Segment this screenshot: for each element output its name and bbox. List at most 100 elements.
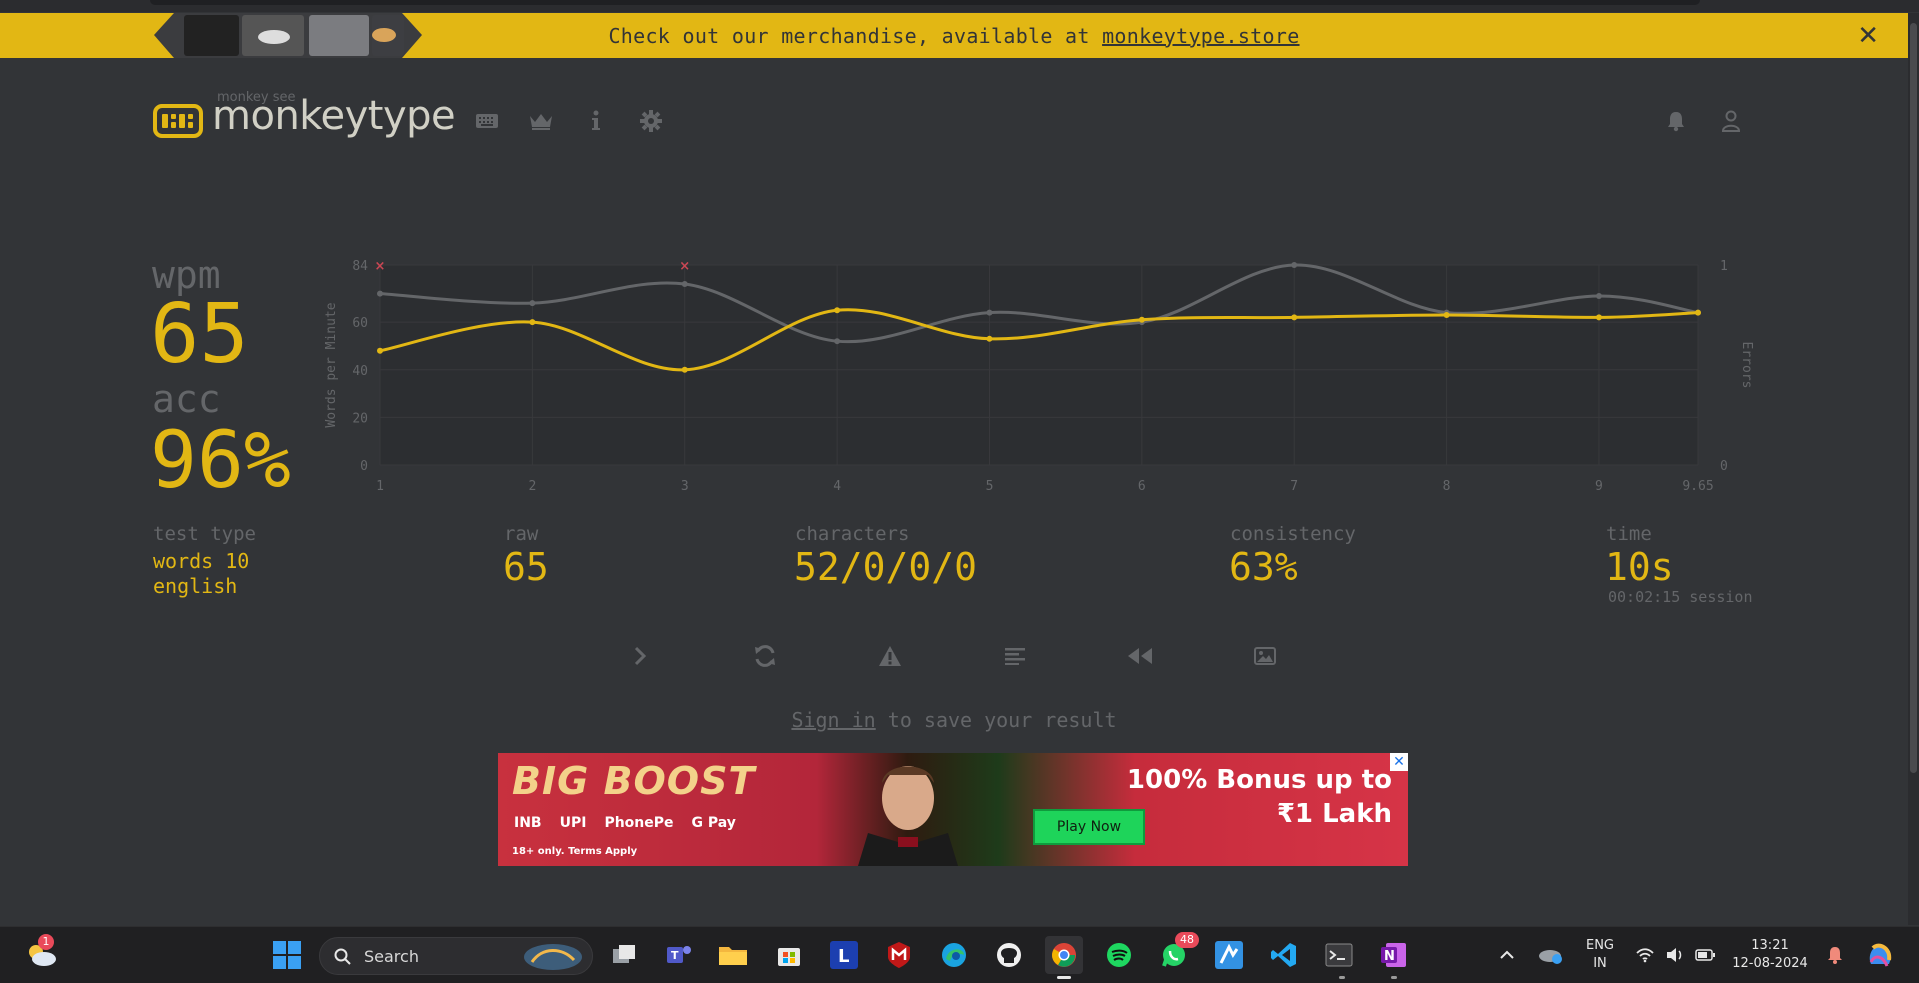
chart-wpm-point [986, 335, 993, 342]
signin-prompt: Sign in to save your result [791, 708, 1117, 732]
chart-y-tick-label: 60 [352, 316, 368, 331]
session-time: 00:02:15 session [1608, 588, 1753, 606]
teams-icon[interactable]: T [660, 936, 698, 974]
vscode-icon[interactable] [1265, 936, 1303, 974]
crown-icon[interactable] [528, 108, 554, 134]
notification-bell-icon[interactable] [1820, 936, 1850, 974]
chart-x-tick-label: 8 [1443, 479, 1451, 494]
volume-icon[interactable] [1660, 936, 1690, 974]
chart-raw-point [377, 290, 383, 297]
ad-title: BIG BOOST [512, 759, 756, 803]
chart-y-tick-label: 40 [352, 364, 368, 379]
chart-x-tick-label: 6 [1138, 479, 1146, 494]
user-icon[interactable] [1718, 108, 1744, 134]
advertisement[interactable]: BIG BOOST INB UPI PhonePe G Pay 18+ only. T… [498, 753, 1408, 866]
ad-bonus-line2: ₹1 Lakh [1276, 799, 1392, 829]
terminal-open-indicator [1339, 976, 1345, 979]
bell-icon[interactable] [1663, 108, 1689, 134]
edge-icon[interactable] [935, 936, 973, 974]
ad-close-button[interactable]: ✕ [1390, 753, 1408, 771]
browser-top-strip [0, 0, 1919, 12]
banner-close-button[interactable]: ✕ [1857, 21, 1879, 51]
banner-text: Check out our merchandise, available at … [608, 23, 1300, 48]
test-type-mode: words 10 [153, 549, 250, 573]
wpm-chart: 020406084011 2 3 4 5 6 7 8 9 9.65Words per Minute… [324, 259, 1754, 494]
save-screenshot-button[interactable] [1251, 642, 1279, 670]
chart-y2-tick-label: 0 [1720, 459, 1728, 474]
keyboard-icon[interactable] [474, 108, 500, 134]
clock-date: 12-08-2024 [1732, 956, 1808, 971]
wifi-icon[interactable] [1630, 936, 1660, 974]
search-label: Search [364, 947, 419, 966]
spotify-icon[interactable] [1100, 936, 1138, 974]
taskbar-search[interactable]: Search [319, 937, 593, 975]
weather-widget-icon[interactable]: 1 [22, 934, 60, 974]
time-value: 10s [1605, 545, 1674, 589]
chart-plot-area [380, 265, 1698, 465]
ad-play-now-button[interactable]: Play Now [1033, 809, 1145, 845]
battery-icon[interactable] [1690, 936, 1720, 974]
microsoft-store-icon[interactable] [770, 936, 808, 974]
clock-time: 13:21 [1751, 938, 1789, 953]
chart-wpm-point [377, 347, 383, 354]
info-icon[interactable] [583, 108, 609, 134]
merch-banner: Check out our merchandise, available at … [0, 13, 1908, 58]
chart-raw-point [1595, 292, 1602, 299]
onenote-icon[interactable]: N [1375, 936, 1413, 974]
chart-y2-tick-label: 1 [1720, 259, 1728, 274]
whatsapp-badge: 48 [1175, 932, 1199, 948]
watch-replay-button[interactable] [1126, 642, 1154, 670]
acc-label: acc [152, 377, 221, 421]
gear-icon[interactable] [638, 108, 664, 134]
github-icon[interactable] [990, 936, 1028, 974]
chart-wpm-point [529, 319, 536, 326]
report-issue-button[interactable] [876, 642, 904, 670]
chart-y-tick-label: 0 [360, 459, 368, 474]
words-history-button[interactable] [1001, 642, 1029, 670]
chart-y-tick-label: 20 [352, 411, 368, 426]
onedrive-icon[interactable] [1533, 936, 1567, 974]
copilot-icon[interactable] [1860, 936, 1900, 974]
onenote-open-indicator [1391, 976, 1397, 979]
chart-x-tick-label: 5 [986, 479, 994, 494]
task-view-icon[interactable] [605, 936, 643, 974]
clock[interactable]: 13:21 12-08-2024 [1726, 937, 1814, 973]
chart-x-tick-label: 4 [833, 479, 841, 494]
chart-x-tick-label: 1 [376, 479, 384, 494]
scrollbar-thumb[interactable] [1910, 23, 1917, 773]
terminal-icon[interactable] [1320, 936, 1358, 974]
time-label: time [1606, 523, 1652, 545]
file-explorer-icon[interactable] [714, 936, 752, 974]
l-app-icon[interactable]: L [825, 936, 863, 974]
azure-data-studio-icon[interactable] [1210, 936, 1248, 974]
chart-error-marker: × [679, 259, 690, 274]
chrome-icon[interactable] [1045, 936, 1083, 974]
wpm-value: 65 [150, 287, 249, 382]
test-type-label: test type [153, 523, 256, 545]
logo-keyboard-icon[interactable] [153, 104, 203, 138]
browser-top-bar [150, 0, 1700, 5]
whatsapp-icon[interactable]: 48 [1155, 932, 1199, 974]
merch-store-link[interactable]: monkeytype.store [1102, 24, 1299, 48]
mcafee-icon[interactable] [880, 936, 918, 974]
logo-text[interactable]: monkeytype [212, 93, 456, 139]
next-test-button[interactable] [626, 642, 654, 670]
page-scrollbar[interactable] [1908, 13, 1919, 925]
chart-raw-point [681, 281, 688, 288]
language-indicator[interactable]: ENG IN [1578, 937, 1622, 973]
chevron-up-icon[interactable] [1493, 936, 1521, 974]
consistency-label: consistency [1230, 523, 1356, 545]
chart-x-tick-label: 7 [1290, 479, 1298, 494]
signin-link[interactable]: Sign in [791, 708, 875, 732]
chart-raw-point [1291, 262, 1298, 268]
search-highlight-icon [524, 944, 582, 970]
chart-wpm-point [1595, 314, 1602, 321]
chart-y-tick-label: 84 [352, 259, 368, 274]
ad-terms: 18+ only. Terms Apply [512, 846, 638, 857]
restart-test-button[interactable] [751, 642, 779, 670]
chart-wpm-point [1138, 316, 1145, 323]
start-icon[interactable] [268, 936, 306, 974]
test-type-language: english [153, 574, 238, 598]
characters-label: characters [795, 523, 910, 545]
chart-wpm-point [1291, 314, 1298, 321]
